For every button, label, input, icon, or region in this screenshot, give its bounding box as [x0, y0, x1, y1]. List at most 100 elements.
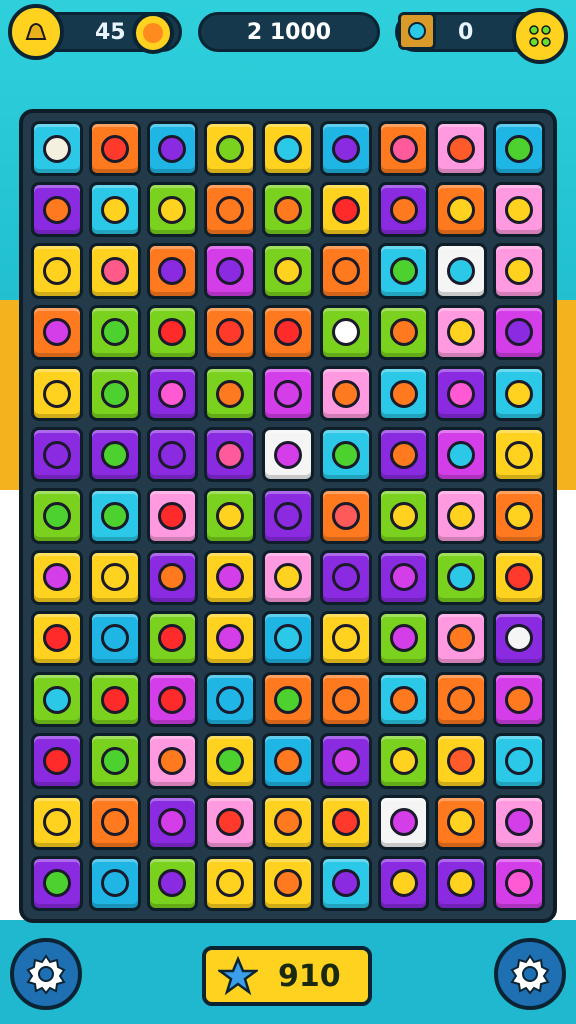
game-tile[interactable] [435, 549, 488, 605]
game-tile[interactable] [319, 855, 372, 911]
game-tile[interactable] [493, 121, 545, 177]
game-tile[interactable] [319, 549, 372, 605]
game-tile[interactable] [204, 488, 257, 544]
game-tile[interactable] [88, 733, 141, 789]
game-tile[interactable] [377, 855, 430, 911]
game-tile[interactable] [31, 610, 83, 667]
game-tile[interactable] [31, 182, 83, 238]
game-tile[interactable] [146, 610, 199, 667]
game-tile[interactable] [88, 610, 141, 667]
game-tile[interactable] [204, 794, 257, 850]
game-tile[interactable] [435, 365, 488, 422]
game-tile[interactable] [262, 733, 314, 789]
game-tile[interactable] [88, 672, 141, 728]
game-tile[interactable] [146, 365, 199, 422]
game-tile[interactable] [435, 427, 488, 483]
game-tile[interactable] [204, 365, 257, 422]
game-tile[interactable] [262, 610, 314, 667]
game-tile[interactable] [31, 672, 83, 728]
game-tile[interactable] [204, 672, 257, 728]
game-tile[interactable] [493, 610, 545, 667]
game-tile[interactable] [204, 304, 257, 360]
game-tile[interactable] [88, 121, 141, 177]
game-tile[interactable] [262, 794, 314, 850]
game-tile[interactable] [435, 733, 488, 789]
game-tile[interactable] [493, 365, 545, 422]
game-tile[interactable] [262, 365, 314, 422]
game-tile[interactable] [262, 182, 314, 238]
game-tile[interactable] [319, 733, 372, 789]
game-tile[interactable] [31, 243, 83, 299]
game-tile[interactable] [146, 855, 199, 911]
game-tile[interactable] [435, 304, 488, 360]
game-tile[interactable] [88, 365, 141, 422]
game-tile[interactable] [319, 794, 372, 850]
game-tile[interactable] [377, 549, 430, 605]
game-tile[interactable] [262, 855, 314, 911]
game-tile[interactable] [319, 427, 372, 483]
game-tile[interactable] [88, 243, 141, 299]
game-tile[interactable] [435, 243, 488, 299]
game-tile[interactable] [435, 794, 488, 850]
game-tile[interactable] [204, 610, 257, 667]
game-tile[interactable] [262, 672, 314, 728]
game-tile[interactable] [435, 855, 488, 911]
game-tile[interactable] [377, 121, 430, 177]
game-tile[interactable] [146, 182, 199, 238]
game-tile[interactable] [493, 549, 545, 605]
game-tile[interactable] [319, 182, 372, 238]
game-tile[interactable] [88, 304, 141, 360]
game-tile[interactable] [88, 182, 141, 238]
game-tile[interactable] [435, 488, 488, 544]
bell-icon[interactable] [8, 4, 64, 60]
game-tile[interactable] [319, 121, 372, 177]
menu-grid-button[interactable] [512, 8, 568, 64]
game-tile[interactable] [493, 794, 545, 850]
game-tile[interactable] [31, 304, 83, 360]
game-tile[interactable] [435, 610, 488, 667]
game-tile[interactable] [146, 794, 199, 850]
game-tile[interactable] [262, 427, 314, 483]
game-tile[interactable] [262, 488, 314, 544]
game-tile[interactable] [146, 243, 199, 299]
game-tile[interactable] [377, 427, 430, 483]
game-tile[interactable] [146, 488, 199, 544]
game-tile[interactable] [493, 182, 545, 238]
game-tile[interactable] [435, 182, 488, 238]
game-tile[interactable] [204, 121, 257, 177]
game-tile[interactable] [146, 549, 199, 605]
game-tile[interactable] [493, 427, 545, 483]
game-tile[interactable] [493, 488, 545, 544]
game-tile[interactable] [493, 733, 545, 789]
game-tile[interactable] [377, 243, 430, 299]
game-tile[interactable] [262, 304, 314, 360]
game-tile[interactable] [88, 794, 141, 850]
game-tile[interactable] [31, 488, 83, 544]
game-tile[interactable] [262, 549, 314, 605]
settings-button-right[interactable] [494, 938, 566, 1010]
game-tile[interactable] [377, 733, 430, 789]
game-tile[interactable] [204, 427, 257, 483]
game-tile[interactable] [146, 427, 199, 483]
game-tile[interactable] [31, 365, 83, 422]
game-tile[interactable] [377, 182, 430, 238]
game-tile[interactable] [88, 549, 141, 605]
game-tile[interactable] [31, 794, 83, 850]
game-tile[interactable] [88, 855, 141, 911]
game-tile[interactable] [262, 121, 314, 177]
game-tile[interactable] [319, 672, 372, 728]
game-tile[interactable] [31, 427, 83, 483]
game-tile[interactable] [146, 304, 199, 360]
game-tile[interactable] [377, 610, 430, 667]
game-tile[interactable] [31, 121, 83, 177]
game-tile[interactable] [88, 488, 141, 544]
game-tile[interactable] [204, 549, 257, 605]
game-tile[interactable] [204, 733, 257, 789]
game-tile[interactable] [31, 549, 83, 605]
game-tile[interactable] [31, 733, 83, 789]
game-tile[interactable] [435, 672, 488, 728]
game-tile[interactable] [435, 121, 488, 177]
game-tile[interactable] [493, 672, 545, 728]
game-tile[interactable] [493, 304, 545, 360]
game-tile[interactable] [377, 672, 430, 728]
